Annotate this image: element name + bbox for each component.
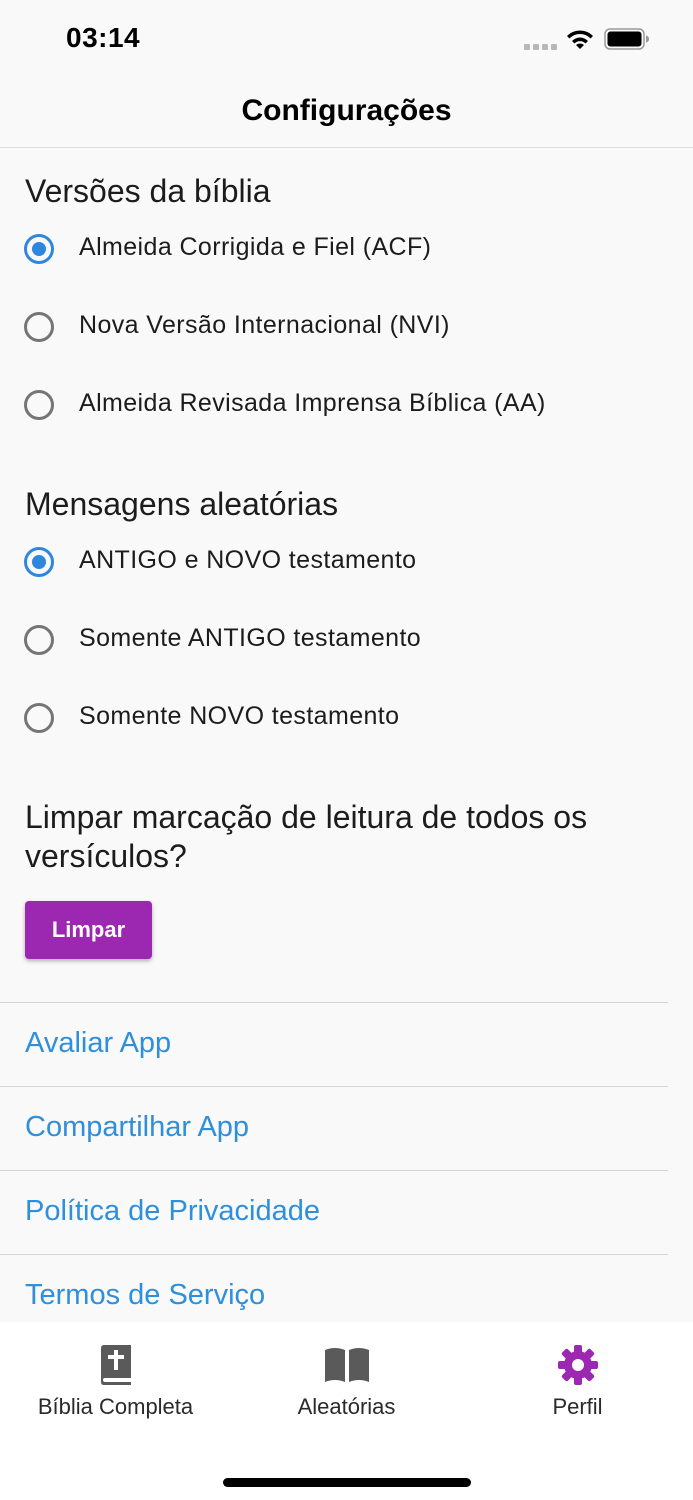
link-label[interactable]: Avaliar App [25,1027,171,1060]
tab-label: Perfil [552,1394,603,1419]
wifi-icon [567,30,593,49]
link-label[interactable]: Termos de Serviço [25,1279,265,1312]
clear-button[interactable]: Limpar [25,901,152,959]
radio-option-old-testament[interactable]: Somente ANTIGO testamento [0,610,693,670]
tab-aleatorias[interactable]: Aleatórias [231,1322,462,1432]
battery-icon [604,28,649,50]
link-privacy-policy[interactable]: Política de Privacidade [0,1170,668,1254]
bible-icon [100,1345,131,1385]
clear-reading-question-line1: Limpar marcação de leitura de todos os [25,799,588,835]
link-terms-of-service[interactable]: Termos de Serviço [0,1254,668,1322]
tab-label: Aleatórias [297,1394,396,1419]
radio-option-label: ANTIGO e NOVO testamento [79,546,417,574]
radio-option-label: Somente ANTIGO testamento [79,624,422,652]
radio-button[interactable] [24,703,54,733]
navigation-bar: Configurações [0,80,693,148]
link-share-app[interactable]: Compartilhar App [0,1086,668,1170]
radio-option-nvi[interactable]: Nova Versão Internacional (NVI) [0,297,693,357]
home-indicator [223,1478,471,1487]
tab-bar: Bíblia Completa Aleatórias Perfil [0,1322,693,1500]
link-label[interactable]: Compartilhar App [25,1111,249,1144]
link-rate-app[interactable]: Avaliar App [0,1002,668,1086]
tab-label: Bíblia Completa [37,1394,194,1419]
signal-icon [524,44,557,50]
radio-option-both-testaments[interactable]: ANTIGO e NOVO testamento [0,532,693,592]
tab-perfil[interactable]: Perfil [462,1322,693,1432]
radio-option-label: Nova Versão Internacional (NVI) [79,311,450,339]
tab-biblia-completa[interactable]: Bíblia Completa [0,1322,231,1432]
radio-option-new-testament[interactable]: Somente NOVO testamento [0,688,693,748]
radio-button-selected[interactable] [24,547,54,577]
random-messages-title: Mensagens aleatórias [25,486,339,522]
radio-button-selected[interactable] [24,234,54,264]
page-title: Configurações [241,94,452,127]
radio-option-aa[interactable]: Almeida Revisada Imprensa Bíblica (AA) [0,375,693,435]
bible-versions-title: Versões da bíblia [25,173,271,209]
settings-content[interactable]: Versões da bíblia Almeida Corrigida e Fi… [0,149,693,1322]
radio-button[interactable] [24,625,54,655]
radio-option-label: Almeida Revisada Imprensa Bíblica (AA) [79,389,546,417]
radio-option-label: Almeida Corrigida e Fiel (ACF) [79,233,432,261]
status-time: 03:14 [66,22,141,53]
radio-option-label: Somente NOVO testamento [79,702,400,730]
radio-button[interactable] [24,312,54,342]
radio-button[interactable] [24,390,54,420]
radio-option-acf[interactable]: Almeida Corrigida e Fiel (ACF) [0,219,693,279]
gear-icon [557,1345,598,1385]
status-bar: 03:14 [0,0,693,80]
clear-reading-question-line2: versículos? [25,838,187,874]
open-book-icon [324,1348,369,1382]
link-label[interactable]: Política de Privacidade [25,1195,320,1228]
